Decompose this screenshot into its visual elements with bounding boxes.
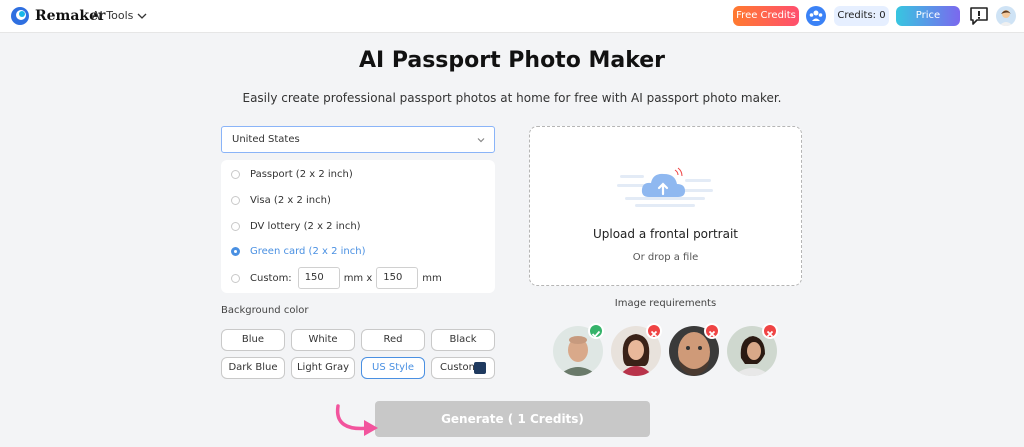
custom-unit: mm xyxy=(422,272,442,284)
radio-icon[interactable] xyxy=(231,169,240,179)
upload-dropzone[interactable]: Upload a frontal portrait Or drop a file xyxy=(529,126,802,286)
bg-option-dark-blue[interactable]: Dark Blue xyxy=(221,357,285,379)
bg-option-white[interactable]: White xyxy=(291,329,355,351)
radio-selected-icon[interactable] xyxy=(231,246,240,256)
top-bar: Remaker AI Tools Free Credits Credits: 0… xyxy=(0,0,1024,33)
credits-badge[interactable]: Credits: 0 xyxy=(834,6,889,26)
bg-option-custom[interactable]: Custom xyxy=(431,357,495,379)
upload-subtitle: Or drop a file xyxy=(632,252,699,263)
doc-option-green-card[interactable]: Green card (2 x 2 inch) xyxy=(231,241,365,261)
custom-height-input[interactable]: 150 xyxy=(376,267,419,289)
ai-tools-menu[interactable]: AI Tools xyxy=(92,9,133,22)
free-credits-button[interactable]: Free Credits xyxy=(733,6,799,26)
bg-option-blue[interactable]: Blue xyxy=(221,329,285,351)
custom-width-input[interactable]: 150 xyxy=(297,267,340,289)
radio-icon[interactable] xyxy=(231,221,240,231)
user-avatar[interactable] xyxy=(996,6,1016,26)
doc-option-dv-lottery[interactable]: DV lottery (2 x 2 inch) xyxy=(231,216,361,236)
upload-title: Upload a frontal portrait xyxy=(592,227,738,241)
community-button[interactable] xyxy=(806,6,826,26)
chevron-down-icon[interactable] xyxy=(136,10,148,22)
feedback-icon[interactable] xyxy=(968,5,990,27)
doc-option-passport[interactable]: Passport (2 x 2 inch) xyxy=(231,164,353,184)
doc-option-label: Visa (2 x 2 inch) xyxy=(250,194,331,206)
doc-option-label: Passport (2 x 2 inch) xyxy=(250,168,353,180)
country-select[interactable]: United States xyxy=(221,126,495,153)
price-button[interactable]: Price xyxy=(896,6,960,26)
pointer-arrow-icon xyxy=(335,404,378,436)
doc-option-custom[interactable]: Custom: 150 mm x 150 mm xyxy=(231,267,446,289)
custom-color-swatch[interactable] xyxy=(474,362,486,374)
generate-button[interactable]: Generate ( 1 Credits) xyxy=(375,401,650,437)
custom-unit-x: mm x xyxy=(343,272,373,284)
cloud-upload-icon xyxy=(617,167,713,207)
chevron-down-icon xyxy=(477,138,485,143)
radio-icon[interactable] xyxy=(231,195,240,205)
bg-option-light-gray[interactable]: Light Gray xyxy=(291,357,355,379)
page-subtitle: Easily create professional passport phot… xyxy=(242,91,782,105)
check-icon xyxy=(588,323,604,339)
page-title: AI Passport Photo Maker xyxy=(358,48,666,73)
close-icon xyxy=(646,323,662,339)
country-value: United States xyxy=(232,134,300,145)
doc-option-visa[interactable]: Visa (2 x 2 inch) xyxy=(231,190,331,210)
bg-option-us-style[interactable]: US Style xyxy=(361,357,425,379)
bg-option-black[interactable]: Black xyxy=(431,329,495,351)
remaker-logo-icon[interactable] xyxy=(10,6,30,26)
bg-option-red[interactable]: Red xyxy=(361,329,425,351)
doc-option-label: Green card (2 x 2 inch) xyxy=(250,245,366,257)
doc-option-label: DV lottery (2 x 2 inch) xyxy=(250,220,361,232)
users-icon xyxy=(809,10,823,21)
radio-icon[interactable] xyxy=(231,273,240,283)
close-icon xyxy=(762,323,778,339)
background-color-label: Background color xyxy=(221,305,309,316)
document-type-list: Passport (2 x 2 inch) Visa (2 x 2 inch) … xyxy=(221,160,495,293)
bg-custom-label: Custom xyxy=(440,362,479,373)
image-requirements-label: Image requirements xyxy=(614,298,717,309)
custom-label: Custom: xyxy=(250,272,292,284)
close-icon xyxy=(704,323,720,339)
